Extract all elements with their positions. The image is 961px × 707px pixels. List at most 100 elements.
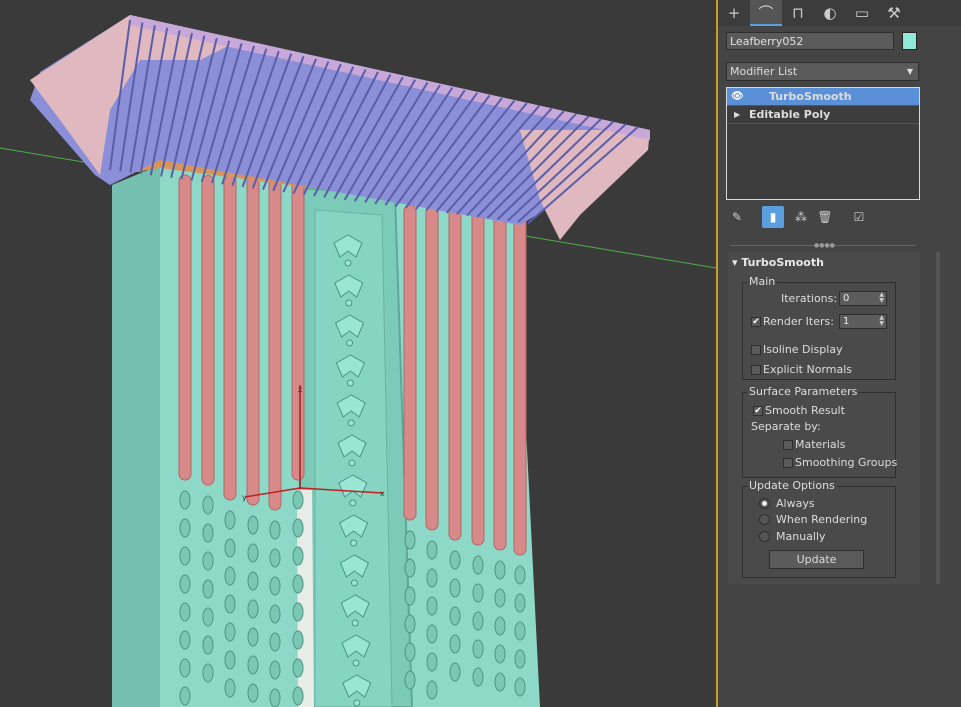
motion-icon[interactable]: ◐	[814, 0, 846, 26]
render-iters-checkbox[interactable]: ✔	[751, 317, 761, 327]
bead-ornament	[472, 639, 484, 659]
bead-ornament	[269, 632, 281, 652]
berry-ornament	[349, 499, 357, 507]
display-icon[interactable]: ▭	[846, 0, 878, 26]
rollout-title[interactable]: ▾ TurboSmooth	[732, 256, 824, 269]
pillar-left-face	[112, 165, 160, 707]
bead-ornament	[404, 614, 416, 634]
bead-ornament	[449, 578, 461, 598]
bead-ornament	[247, 571, 259, 591]
flute	[291, 176, 305, 481]
berry-ornament	[352, 659, 360, 667]
bead-ornament	[247, 543, 259, 563]
bead-ornament	[269, 576, 281, 596]
flute	[246, 175, 260, 506]
bead-ornament	[494, 588, 506, 608]
bead-ornament	[426, 680, 438, 700]
pin-stack-icon[interactable]: ✎	[726, 206, 748, 228]
bead-ornament	[494, 644, 506, 664]
bead-ornament	[292, 518, 304, 538]
render-iters-spinner[interactable]: 1 ▲ ▼	[839, 314, 887, 329]
bead-ornament	[179, 574, 191, 594]
spinner-arrows-icon[interactable]: ▲ ▼	[879, 292, 884, 304]
bead-ornament	[426, 652, 438, 672]
flute	[471, 207, 485, 546]
make-unique-icon[interactable]: ⁂	[790, 206, 812, 228]
bead-ornament	[494, 616, 506, 636]
update-when-rendering-label: When Rendering	[776, 513, 868, 526]
berry-ornament	[344, 259, 352, 267]
bead-ornament	[224, 678, 236, 698]
stack-item-editable-poly[interactable]: ▶ Editable Poly	[727, 106, 919, 124]
berry-ornament	[347, 419, 355, 427]
bead-ornament	[449, 662, 461, 682]
modify-icon[interactable]: ⌒	[750, 0, 782, 26]
object-color-swatch[interactable]	[902, 32, 917, 50]
bead-ornament	[426, 568, 438, 588]
main-group: Main Iterations: 0 ▲ ▼ ✔ Render Iters: 1 …	[742, 275, 896, 380]
bead-ornament	[269, 520, 281, 540]
update-manually-radio[interactable]	[759, 531, 770, 542]
update-always-label: Always	[776, 497, 815, 510]
bead-ornament	[247, 599, 259, 619]
stack-item-label: Editable Poly	[749, 108, 831, 121]
bead-ornament	[224, 622, 236, 642]
remove-modifier-icon[interactable]: 🗑	[814, 206, 836, 228]
flute	[403, 204, 417, 521]
bead-ornament	[426, 624, 438, 644]
gizmo-y-label: y	[242, 493, 247, 502]
iterations-label: Iterations:	[781, 292, 838, 305]
bead-ornament	[202, 495, 214, 515]
object-name-field[interactable]: Leafberry052	[726, 32, 894, 50]
surface-parameters-label: Surface Parameters	[747, 385, 860, 398]
perspective-viewport[interactable]: z y x	[0, 0, 716, 707]
create-icon[interactable]: +	[718, 0, 750, 26]
bead-ornament	[179, 518, 191, 538]
bead-ornament	[179, 686, 191, 706]
modifier-list-dropdown[interactable]: Modifier List ▼	[726, 62, 919, 81]
explicit-normals-checkbox[interactable]	[751, 365, 761, 375]
eye-icon[interactable]: 👁	[731, 88, 745, 105]
bead-ornament	[269, 688, 281, 707]
bead-ornament	[292, 490, 304, 510]
bead-ornament	[247, 515, 259, 535]
render-iters-label: Render Iters:	[763, 315, 834, 328]
smooth-result-checkbox[interactable]: ✔	[753, 406, 763, 416]
bead-ornament	[472, 583, 484, 603]
bead-ornament	[224, 650, 236, 670]
flute	[493, 209, 507, 551]
bead-ornament	[292, 574, 304, 594]
configure-modifier-sets-icon[interactable]: ☑	[848, 206, 870, 228]
bead-ornament	[472, 555, 484, 575]
smoothing-groups-checkbox[interactable]	[783, 458, 793, 468]
bead-ornament	[426, 596, 438, 616]
modifier-stack[interactable]: 👁 TurboSmooth ▶ Editable Poly	[726, 87, 920, 200]
hierarchy-icon[interactable]: ⊓	[782, 0, 814, 26]
stack-item-turbosmooth[interactable]: 👁 TurboSmooth	[727, 88, 919, 106]
berry-ornament	[350, 579, 358, 587]
update-when-rendering-radio[interactable]	[759, 514, 770, 525]
bead-ornament	[292, 658, 304, 678]
spinner-arrows-icon[interactable]: ▲ ▼	[879, 315, 884, 327]
drag-handle-icon[interactable]: ●●●●	[814, 242, 835, 249]
show-end-result-icon[interactable]: ▮	[762, 206, 784, 228]
smooth-result-label: Smooth Result	[765, 404, 845, 417]
utilities-icon[interactable]: ⚒	[878, 0, 910, 26]
materials-checkbox[interactable]	[783, 440, 793, 450]
stack-item-label: TurboSmooth	[769, 90, 852, 103]
panel-scrollbar[interactable]	[936, 252, 940, 584]
bead-ornament	[202, 523, 214, 543]
iterations-spinner[interactable]: 0 ▲ ▼	[839, 291, 887, 306]
bead-ornament	[404, 530, 416, 550]
bead-ornament	[472, 611, 484, 631]
bead-ornament	[179, 630, 191, 650]
bead-ornament	[494, 560, 506, 580]
bead-ornament	[224, 538, 236, 558]
isoline-display-checkbox[interactable]	[751, 345, 761, 355]
bead-ornament	[514, 649, 526, 669]
update-always-radio[interactable]	[759, 498, 770, 509]
expand-triangle-icon[interactable]: ▶	[734, 106, 740, 123]
bead-ornament	[426, 540, 438, 560]
update-button[interactable]: Update	[769, 550, 864, 569]
stack-toolbar: ✎ ▮ ⁂ 🗑 ☑	[726, 206, 920, 228]
